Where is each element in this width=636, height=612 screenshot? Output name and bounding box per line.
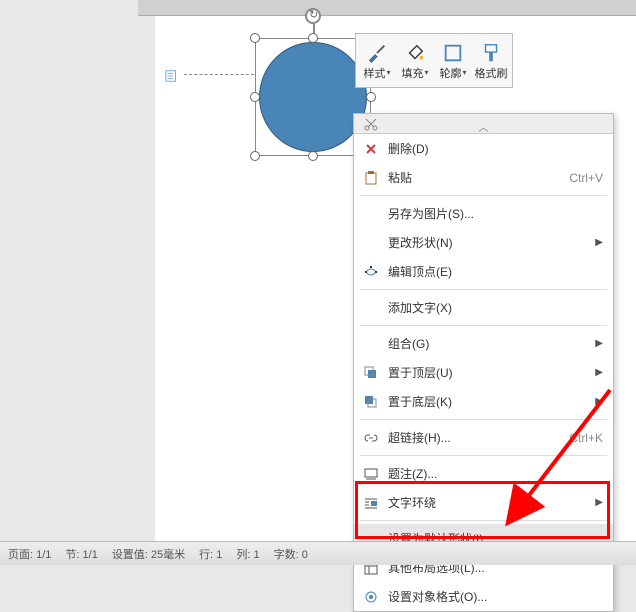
menu-item-send-to-back[interactable]: 置于底层(K) ▶ — [354, 387, 613, 416]
resize-handle[interactable] — [250, 151, 260, 161]
menu-item-group[interactable]: 组合(G) ▶ — [354, 329, 613, 358]
chevron-down-icon: ▾ — [424, 68, 428, 77]
rotate-handle-icon[interactable] — [305, 8, 321, 24]
paste-label: 粘贴 — [388, 169, 412, 186]
delete-label: 删除(D) — [388, 140, 429, 157]
status-section[interactable]: 节: 1/1 — [65, 546, 97, 562]
mini-toolbar: 样式▾ 填充▾ 轮廓▾ 格式刷 — [355, 33, 513, 88]
paint-bucket-icon — [403, 41, 427, 65]
separator — [360, 419, 607, 420]
fill-button[interactable]: 填充▾ — [396, 36, 434, 85]
menu-item-paste[interactable]: 粘贴 Ctrl+V — [354, 163, 613, 192]
group-label: 组合(G) — [388, 335, 429, 352]
separator — [360, 325, 607, 326]
separator — [360, 520, 607, 521]
anchor-line — [184, 74, 254, 75]
save-as-picture-label: 另存为图片(S)... — [388, 205, 474, 222]
paste-shortcut: Ctrl+V — [569, 171, 603, 185]
submenu-arrow-icon: ▶ — [595, 237, 603, 248]
resize-handle[interactable] — [250, 33, 260, 43]
anchor-icon — [165, 69, 179, 83]
menu-item-save-as-picture[interactable]: 另存为图片(S)... — [354, 199, 613, 228]
resize-handle[interactable] — [250, 92, 260, 102]
format-brush-icon — [479, 41, 503, 65]
menu-item-format-object[interactable]: 设置对象格式(O)... — [354, 582, 613, 611]
text-wrapping-label: 文字环绕 — [388, 494, 436, 511]
status-page[interactable]: 页面: 1/1 — [8, 546, 51, 562]
separator — [360, 195, 607, 196]
text-wrap-icon — [362, 494, 380, 512]
context-menu: ︿ 删除(D) 粘贴 Ctrl+V 另存为图片(S)... 更改形状(N) ▶ … — [353, 113, 614, 612]
menu-item-bring-to-front[interactable]: 置于顶层(U) ▶ — [354, 358, 613, 387]
resize-handle[interactable] — [366, 92, 376, 102]
add-text-label: 添加文字(X) — [388, 299, 452, 316]
resize-handle[interactable] — [308, 151, 318, 161]
scissors-icon — [362, 115, 380, 133]
chevron-up-icon[interactable]: ︿ — [479, 119, 489, 134]
format-brush-label: 格式刷 — [475, 65, 508, 81]
menu-item-delete[interactable]: 删除(D) — [354, 134, 613, 163]
paste-icon — [362, 169, 380, 187]
status-line[interactable]: 行: 1 — [199, 546, 222, 562]
menu-item-text-wrapping[interactable]: 文字环绕 ▶ — [354, 488, 613, 517]
separator — [360, 455, 607, 456]
edit-points-label: 编辑顶点(E) — [388, 263, 452, 280]
format-object-icon — [362, 588, 380, 606]
link-icon — [362, 429, 380, 447]
outline-button[interactable]: 轮廓▾ — [434, 36, 472, 85]
style-button[interactable]: 样式▾ — [358, 36, 396, 85]
style-label: 样式 — [363, 65, 385, 81]
chevron-down-icon: ▾ — [462, 68, 466, 77]
hyperlink-label: 超链接(H)... — [388, 429, 451, 446]
format-object-label: 设置对象格式(O)... — [388, 588, 487, 605]
status-bar: 页面: 1/1 节: 1/1 设置值: 25毫米 行: 1 列: 1 字数: 0 — [0, 541, 636, 565]
outline-label: 轮廓 — [439, 65, 461, 81]
bring-to-front-label: 置于顶层(U) — [388, 364, 453, 381]
chevron-down-icon: ▾ — [386, 68, 390, 77]
delete-icon — [362, 140, 380, 158]
hyperlink-shortcut: Ctrl+K — [569, 431, 603, 445]
caption-icon — [362, 465, 380, 483]
menu-item-add-text[interactable]: 添加文字(X) — [354, 293, 613, 322]
menu-item-hyperlink[interactable]: 超链接(H)... Ctrl+K — [354, 423, 613, 452]
outline-icon — [441, 41, 465, 65]
bring-front-icon — [362, 364, 380, 382]
send-to-back-label: 置于底层(K) — [388, 393, 452, 410]
edit-points-icon — [362, 263, 380, 281]
status-words[interactable]: 字数: 0 — [274, 546, 308, 562]
fill-label: 填充 — [401, 65, 423, 81]
ruler — [138, 0, 636, 16]
caption-label: 题注(Z)... — [388, 465, 437, 482]
menu-item-caption[interactable]: 题注(Z)... — [354, 459, 613, 488]
menu-item-change-shape[interactable]: 更改形状(N) ▶ — [354, 228, 613, 257]
menu-item-cut[interactable]: ︿ — [354, 114, 613, 134]
submenu-arrow-icon: ▶ — [595, 338, 603, 349]
resize-handle[interactable] — [308, 33, 318, 43]
submenu-arrow-icon: ▶ — [595, 396, 603, 407]
separator — [360, 289, 607, 290]
brush-icon — [365, 41, 389, 65]
change-shape-label: 更改形状(N) — [388, 234, 453, 251]
format-brush-button[interactable]: 格式刷 — [472, 36, 510, 85]
status-col[interactable]: 列: 1 — [236, 546, 259, 562]
menu-item-edit-points[interactable]: 编辑顶点(E) — [354, 257, 613, 286]
submenu-arrow-icon: ▶ — [595, 367, 603, 378]
status-position[interactable]: 设置值: 25毫米 — [112, 546, 185, 562]
send-back-icon — [362, 393, 380, 411]
submenu-arrow-icon: ▶ — [595, 497, 603, 508]
